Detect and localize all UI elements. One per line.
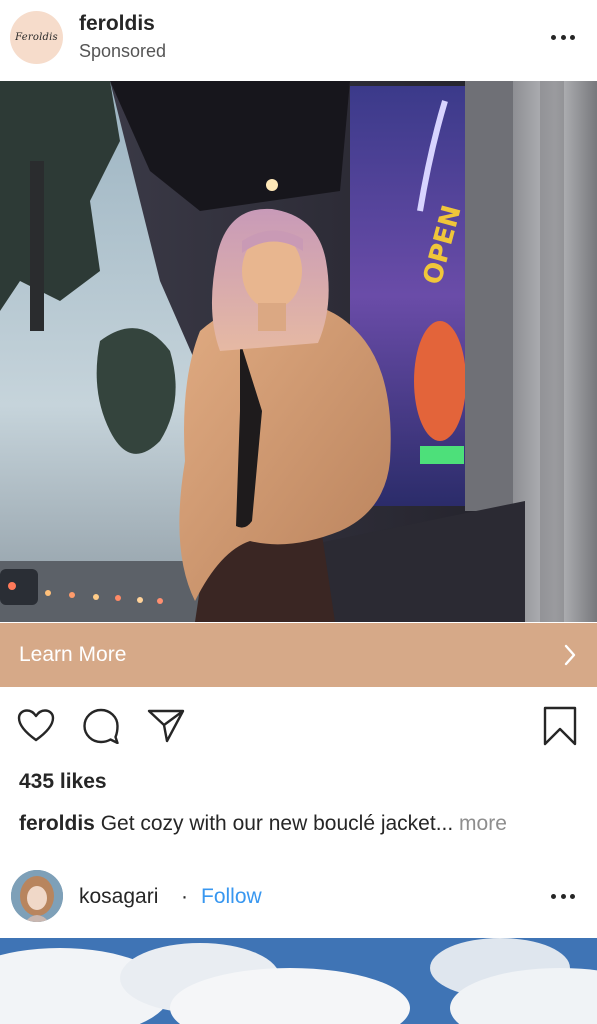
caption-more-link[interactable]: more [453, 812, 507, 835]
post-header: Feroldis feroldis Sponsored [0, 0, 597, 81]
caption-text: Get cozy with our new bouclé jacket... [94, 812, 454, 835]
learn-more-label: Learn More [19, 643, 127, 666]
bookmark-icon[interactable] [540, 706, 580, 746]
brand-logo-text: Feroldis [15, 32, 58, 43]
post-caption: feroldis Get cozy with our new bouclé ja… [19, 812, 507, 836]
caption-username[interactable]: feroldis [19, 812, 95, 835]
user-avatar[interactable] [11, 870, 63, 922]
sponsored-label: Sponsored [79, 41, 167, 61]
post-actions [0, 700, 597, 754]
sky-clouds-illustration [0, 938, 597, 1024]
photo-illustration: OPEN [0, 81, 597, 622]
next-post-header: kosagari · Follow [0, 862, 597, 934]
post-username[interactable]: feroldis [79, 12, 155, 36]
comment-icon[interactable] [81, 706, 121, 746]
likes-count[interactable]: 435 likes [19, 770, 107, 794]
chevron-right-icon [563, 643, 577, 672]
post-photo[interactable]: OPEN [0, 81, 597, 622]
follow-button[interactable]: Follow [201, 885, 262, 909]
send-icon[interactable] [146, 706, 186, 746]
separator-dot: · [181, 885, 188, 908]
learn-more-button[interactable]: Learn More [0, 623, 597, 687]
brand-avatar[interactable]: Feroldis [10, 11, 63, 64]
more-options-icon[interactable] [551, 892, 575, 900]
next-post-username[interactable]: kosagari [79, 885, 158, 909]
heart-icon[interactable] [16, 706, 56, 746]
next-post-photo[interactable] [0, 938, 597, 1024]
more-options-icon[interactable] [551, 33, 575, 41]
